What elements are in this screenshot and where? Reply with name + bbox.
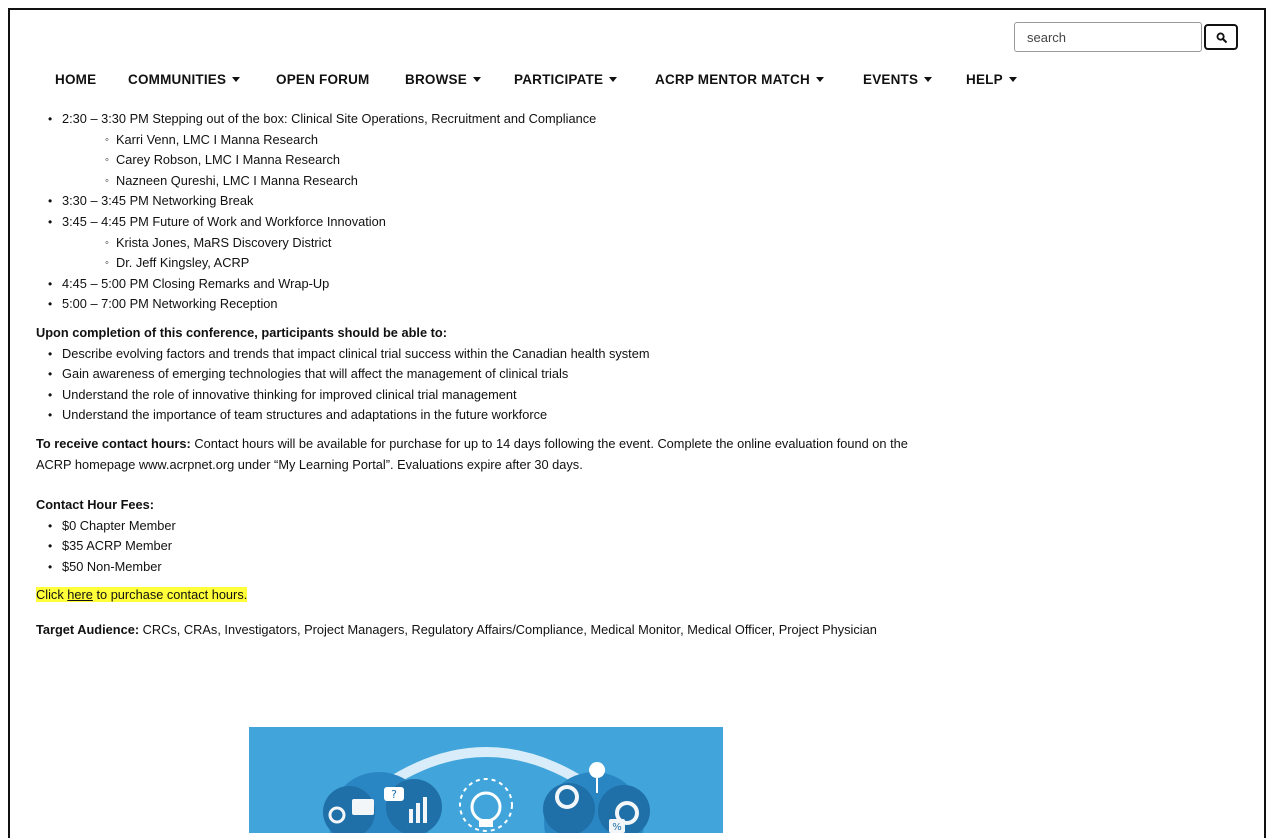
page-frame: HOME COMMUNITIES OPEN FORUM BROWSE PARTI… — [8, 8, 1266, 838]
fee-item: $35 ACRP Member — [36, 536, 936, 557]
nav-label: COMMUNITIES — [128, 72, 227, 87]
agenda-item-text: 2:30 – 3:30 PM Stepping out of the box: … — [62, 111, 597, 126]
nav-item-open-forum[interactable]: OPEN FORUM — [276, 72, 370, 87]
speaker-item: Dr. Jeff Kingsley, ACRP — [62, 253, 936, 274]
speaker-item: Karri Venn, LMC I Manna Research — [62, 130, 936, 151]
purchase-link[interactable]: here — [67, 587, 93, 602]
agenda-item: 4:45 – 5:00 PM Closing Remarks and Wrap-… — [36, 274, 936, 295]
caret-down-icon — [815, 77, 824, 82]
svg-text:?: ? — [391, 788, 397, 801]
purchase-suffix: to purchase contact hours. — [92, 587, 248, 603]
audience-label: Target Audience: — [36, 622, 140, 638]
fee-item: $50 Non-Member — [36, 557, 936, 578]
contact-hours-label: To receive contact hours: — [36, 435, 191, 451]
nav-label: BROWSE — [405, 72, 467, 87]
nav-item-browse[interactable]: BROWSE — [405, 72, 481, 87]
caret-down-icon — [924, 77, 933, 82]
search-icon — [1216, 32, 1227, 43]
nav-item-events[interactable]: EVENTS — [863, 72, 933, 87]
nav-label: PARTICIPATE — [514, 72, 604, 87]
nav-label: EVENTS — [863, 72, 919, 87]
objective-item: Understand the role of innovative thinki… — [36, 385, 936, 406]
nav-item-help[interactable]: HELP — [966, 72, 1017, 87]
objective-item: Understand the importance of team struct… — [36, 405, 936, 426]
nav-label: OPEN FORUM — [276, 72, 370, 87]
objective-item: Describe evolving factors and trends tha… — [36, 344, 936, 365]
fee-item: $0 Chapter Member — [36, 516, 936, 537]
speaker-item: Carey Robson, LMC I Manna Research — [62, 150, 936, 171]
agenda-item: 2:30 – 3:30 PM Stepping out of the box: … — [36, 109, 936, 191]
purchase-prefix: Click — [36, 587, 68, 603]
objectives-heading: Upon completion of this conference, part… — [36, 324, 447, 340]
nav-item-participate[interactable]: PARTICIPATE — [514, 72, 618, 87]
objective-item: Gain awareness of emerging technologies … — [36, 364, 936, 385]
agenda-item-text: 3:45 – 4:45 PM Future of Work and Workfo… — [62, 213, 386, 229]
nav-item-home[interactable]: HOME — [55, 72, 96, 87]
speaker-list: Karri Venn, LMC I Manna Research Carey R… — [62, 130, 936, 192]
agenda-item: 3:45 – 4:45 PM Future of Work and Workfo… — [36, 212, 936, 274]
event-banner-image: ? % — [249, 727, 723, 833]
speaker-list: Krista Jones, MaRS Discovery District Dr… — [62, 233, 936, 274]
speaker-item: Nazneen Qureshi, LMC I Manna Research — [62, 171, 936, 192]
fees-heading: Contact Hour Fees: — [36, 497, 155, 513]
svg-text:%: % — [612, 822, 622, 833]
caret-down-icon — [232, 77, 241, 82]
agenda-list: 2:30 – 3:30 PM Stepping out of the box: … — [36, 109, 936, 315]
fees-list: $0 Chapter Member $35 ACRP Member $50 No… — [36, 516, 936, 578]
caret-down-icon — [1008, 77, 1017, 82]
nav-label: HOME — [55, 72, 97, 87]
search-button[interactable] — [1204, 24, 1238, 50]
search-input[interactable] — [1014, 22, 1202, 52]
purchase-highlight: Click here to purchase contact hours. — [36, 587, 248, 603]
nav-label: HELP — [966, 72, 1003, 87]
agenda-item: 5:00 – 7:00 PM Networking Reception — [36, 294, 936, 315]
banner-illustration: ? % — [249, 727, 723, 833]
purchase-paragraph: Click here to purchase contact hours. — [36, 585, 936, 606]
audience-text: CRCs, CRAs, Investigators, Project Manag… — [139, 622, 877, 638]
audience-paragraph: Target Audience: CRCs, CRAs, Investigato… — [36, 620, 936, 641]
speaker-item: Krista Jones, MaRS Discovery District — [62, 233, 936, 254]
agenda-item: 3:30 – 3:45 PM Networking Break — [36, 191, 936, 212]
caret-down-icon — [609, 77, 618, 82]
nav-item-communities[interactable]: COMMUNITIES — [128, 72, 241, 87]
nav-label: ACRP MENTOR MATCH — [655, 72, 810, 87]
article-content: 2:30 – 3:30 PM Stepping out of the box: … — [36, 109, 936, 641]
objectives-list: Describe evolving factors and trends tha… — [36, 344, 936, 426]
search-bar — [1014, 22, 1238, 52]
contact-hours-paragraph: To receive contact hours: Contact hours … — [36, 434, 936, 475]
caret-down-icon — [472, 77, 481, 82]
nav-item-mentor-match[interactable]: ACRP MENTOR MATCH — [655, 72, 824, 87]
